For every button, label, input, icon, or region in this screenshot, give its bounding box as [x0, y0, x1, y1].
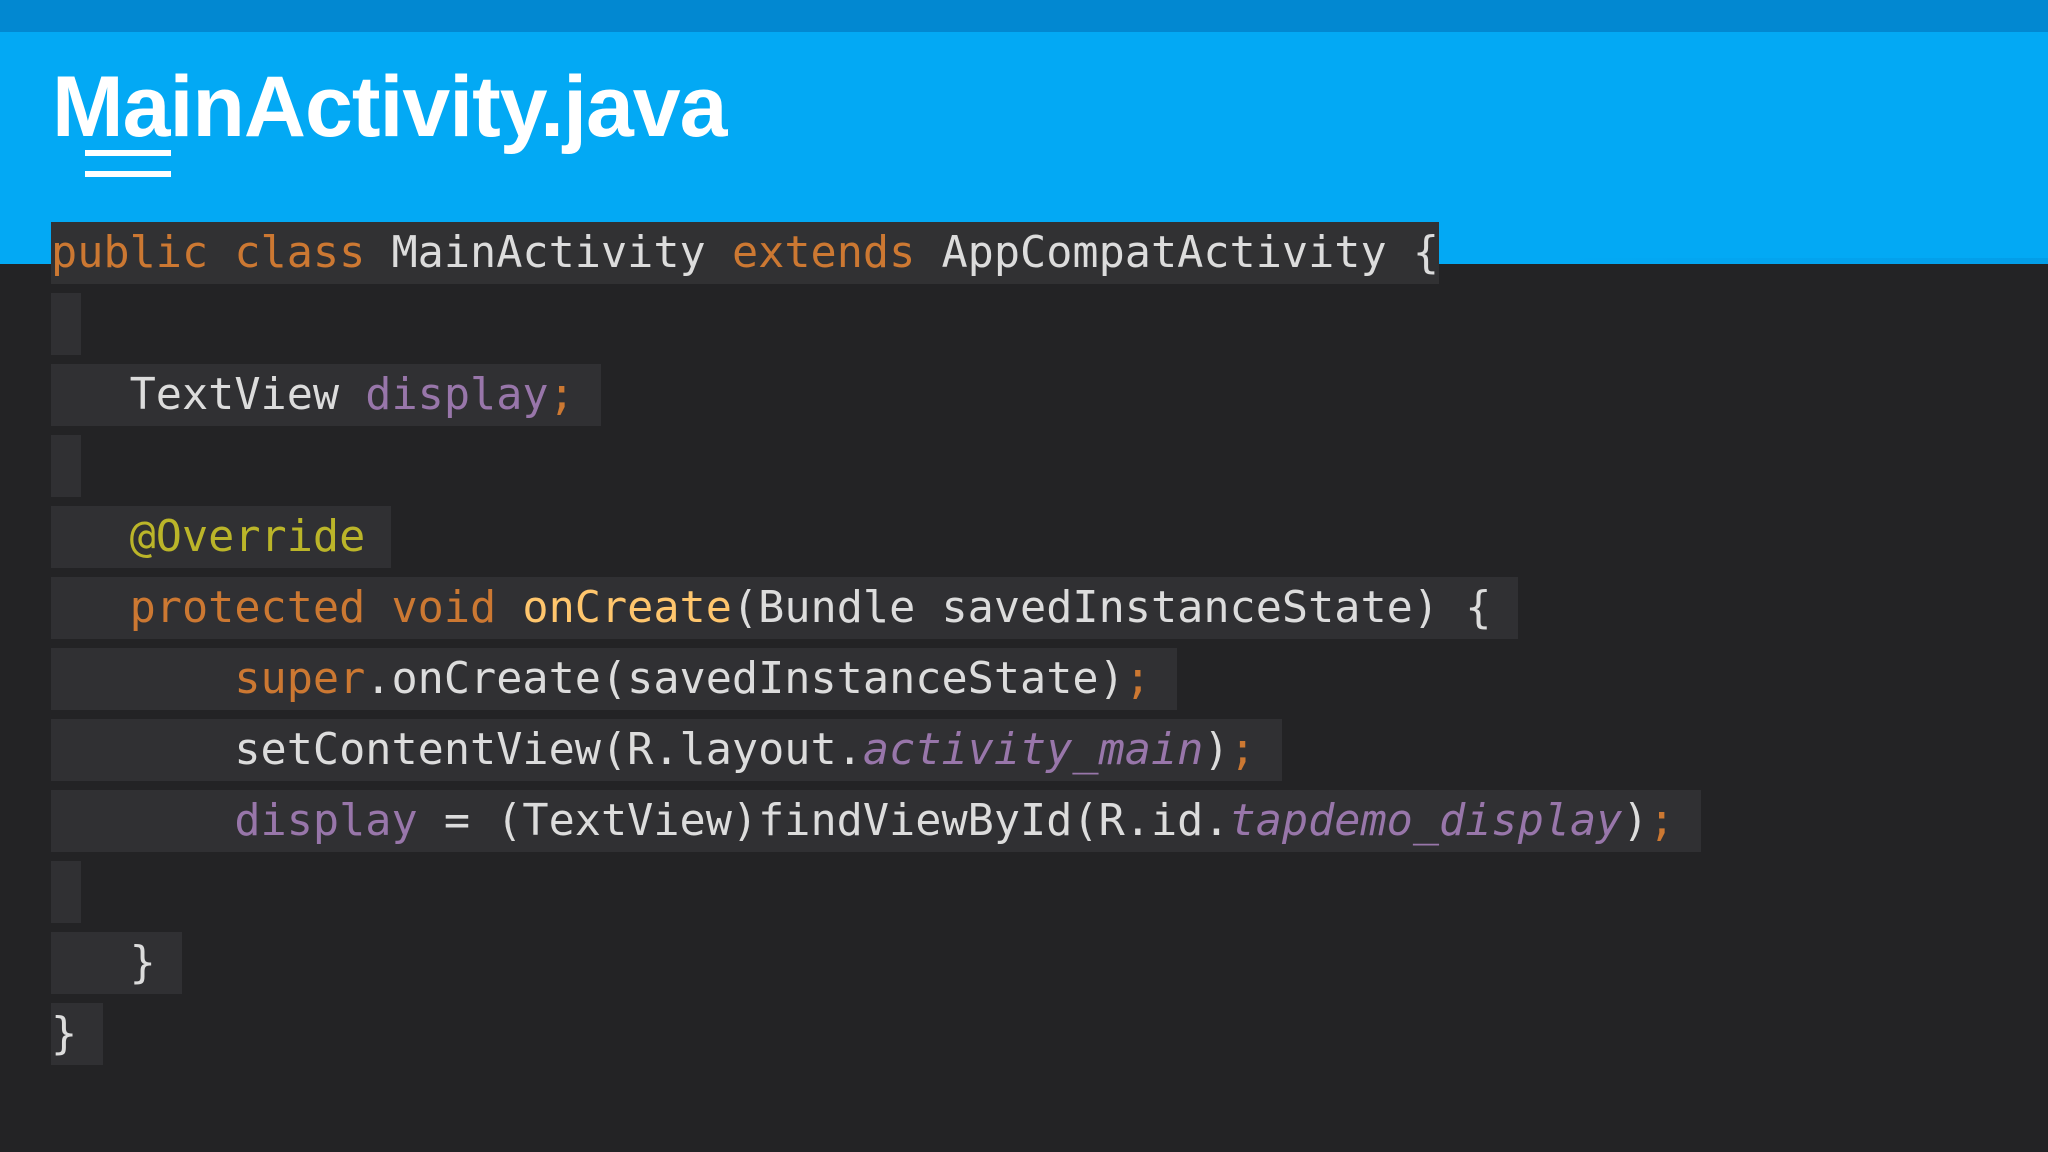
code-line-text [51, 861, 81, 923]
title-underline-top [85, 150, 171, 156]
code-block: public class MainActivity extends AppCom… [51, 222, 1701, 1074]
code-line-4 [51, 435, 1701, 506]
code-line-text: display = (TextView)findViewById(R.id.ta… [51, 790, 1701, 852]
code-line-text [51, 293, 81, 355]
code-line-9: display = (TextView)findViewById(R.id.ta… [51, 790, 1701, 861]
code-line-text: @Override [51, 506, 392, 568]
code-line-text: TextView display; [51, 364, 602, 426]
code-line-text: setContentView(R.layout.activity_main); [51, 719, 1282, 781]
code-line-12: } [51, 1003, 1701, 1074]
code-line-1: public class MainActivity extends AppCom… [51, 222, 1701, 293]
code-line-3: TextView display; [51, 364, 1701, 435]
header-top-strip [0, 0, 2048, 32]
code-line-8: setContentView(R.layout.activity_main); [51, 719, 1701, 790]
code-line-11: } [51, 932, 1701, 1003]
code-line-text: protected void onCreate(Bundle savedInst… [51, 577, 1518, 639]
code-line-10 [51, 861, 1701, 932]
code-line-text: public class MainActivity extends AppCom… [51, 222, 1440, 284]
code-line-text: super.onCreate(savedInstanceState); [51, 648, 1178, 710]
code-line-text: } [51, 1003, 104, 1065]
code-line-6: protected void onCreate(Bundle savedInst… [51, 577, 1701, 648]
code-line-2 [51, 293, 1701, 364]
code-line-5: @Override [51, 506, 1701, 577]
title-underline-bottom [85, 171, 171, 177]
slide-title: MainActivity.java [52, 59, 727, 155]
code-line-7: super.onCreate(savedInstanceState); [51, 648, 1701, 719]
code-line-text [51, 435, 81, 497]
code-line-text: } [51, 932, 182, 994]
